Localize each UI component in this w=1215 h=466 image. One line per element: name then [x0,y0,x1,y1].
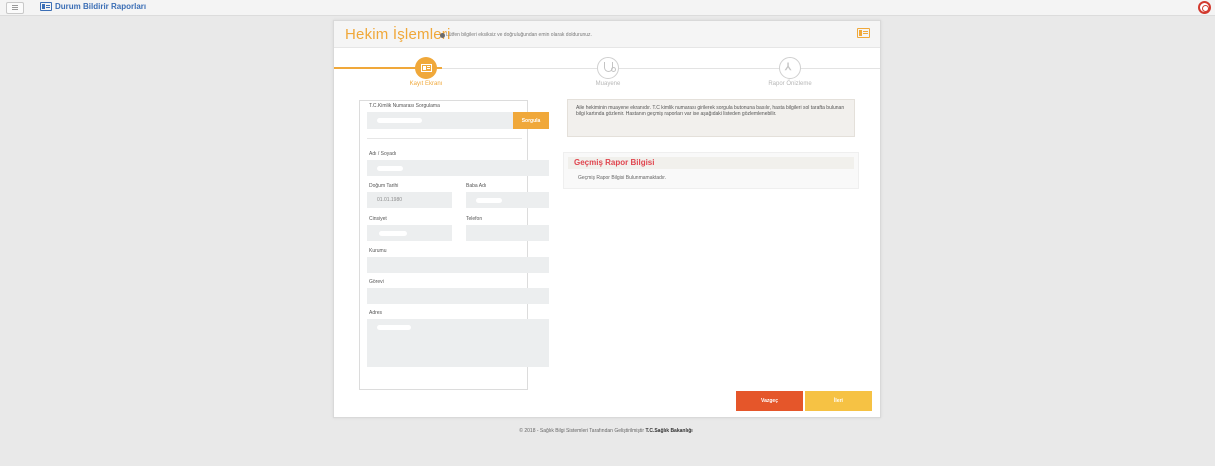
father-name-label: Baba Adı [466,183,487,189]
tc-query-label: T.C.Kimlik Numarası Sorgulama [369,103,440,109]
menu-toggle-button[interactable] [6,2,24,14]
redacted-value [379,231,407,236]
name-field[interactable] [367,160,549,176]
duty-label: Görevi [369,279,384,285]
address-label: Adres [369,310,383,316]
phone-field[interactable] [466,225,549,241]
step-label: Rapor Önizleme [768,81,812,87]
patient-info-card: T.C.Kimlik Numarası Sorgulama Sorgula Ad… [359,100,549,390]
pdf-icon: ⅄ [785,62,792,73]
history-panel: Geçmiş Rapor Bilgisi Geçmiş Rapor Bilgis… [563,152,859,189]
gender-label: Cinsiyet [369,216,387,222]
info-notice: Aile hekiminin muayene ekranıdır. T.C ki… [567,99,855,137]
step-label: Kayıt Ekranı [409,81,443,87]
page-subtitle: Lütfen bilgileri eksiksiz ve doğruluğund… [440,32,592,38]
id-card-icon [421,64,432,72]
redacted-value [377,118,422,123]
divider [367,138,522,139]
query-button[interactable]: Sorgula [513,112,549,129]
name-label: Adı / Soyadı [369,151,397,157]
id-card-icon [40,2,52,11]
info-icon [440,32,445,38]
next-button[interactable]: İleri [805,391,872,411]
app-title-text: Durum Bildirir Raporları [55,2,147,11]
stethoscope-icon [604,62,616,72]
page-title: Hekim İşlemleri [345,26,451,43]
history-title: Geçmiş Rapor Bilgisi [568,157,854,169]
father-name-field[interactable] [466,192,549,208]
ministry-logo [1198,1,1211,14]
app-title[interactable]: Durum Bildirir Raporları [40,2,146,11]
birth-date-value: 01.01.1980 [377,197,403,203]
redacted-value [476,198,502,203]
cancel-button[interactable]: Vazgeç [736,391,803,411]
card-header: Hekim İşlemleri Lütfen bilgileri eksiksi… [334,21,880,48]
step-label: Muayene [595,81,621,87]
main-card: Hekim İşlemleri Lütfen bilgileri eksiksi… [333,20,881,418]
institution-label: Kurumu [369,248,387,254]
step-muayene[interactable]: Muayene [558,57,658,87]
history-empty-text: Geçmiş Rapor Bilgisi Bulunmamaktadır. [578,175,667,181]
redacted-value [377,166,403,171]
step-kayit-ekrani[interactable]: Kayıt Ekranı [376,57,476,87]
birth-date-label: Doğum Tarihi [369,183,399,189]
phone-label: Telefon [466,216,483,222]
address-field[interactable] [367,319,549,367]
tc-input[interactable] [367,112,513,129]
footer-org: T.C.Sağlık Bakanlığı [645,428,693,434]
step-rapor-onizleme[interactable]: ⅄ Rapor Önizleme [740,57,840,87]
footer: © 2018 - Sağlık Bilgi Sistemleri Tarafın… [333,428,879,434]
birth-date-field[interactable]: 01.01.1980 [367,192,452,208]
footer-text: © 2018 - Sağlık Bilgi Sistemleri Tarafın… [519,428,645,434]
gender-field[interactable] [367,225,452,241]
institution-field[interactable] [367,257,549,273]
top-bar: Durum Bildirir Raporları [0,0,1215,16]
duty-field[interactable] [367,288,549,304]
page-subtitle-text: Lütfen bilgileri eksiksiz ve doğruluğund… [446,32,592,38]
id-card-icon [857,28,870,38]
redacted-value [377,325,411,330]
